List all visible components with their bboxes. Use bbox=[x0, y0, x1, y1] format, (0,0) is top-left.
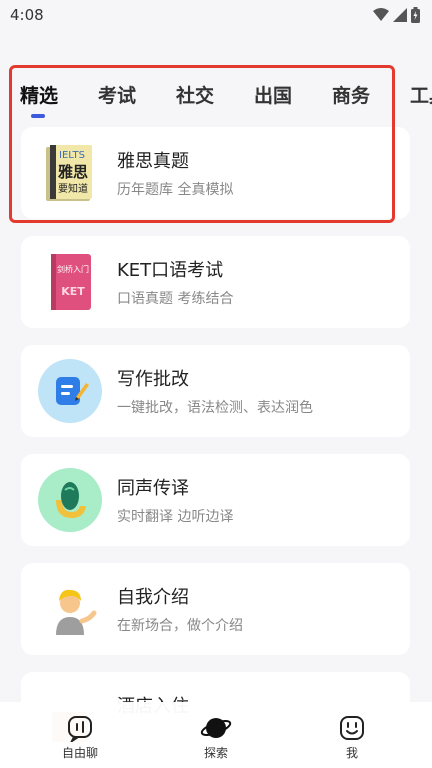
card-writing-correction[interactable]: 写作批改 一键批改，语法检测、表达润色 bbox=[21, 345, 410, 437]
card-subtitle: 历年题库 全真模拟 bbox=[117, 182, 234, 198]
category-tabs: 精选 考试 社交 出国 商务 工具 bbox=[0, 80, 432, 120]
nav-label: 自由聊 bbox=[61, 746, 98, 760]
status-time: 4:08 bbox=[10, 6, 44, 24]
card-title: 自我介绍 bbox=[117, 587, 189, 608]
ielts-cover-bottom: 要知道 bbox=[58, 182, 88, 195]
card-title: 同声传译 bbox=[117, 478, 189, 499]
card-self-introduction[interactable]: 自我介绍 在新场合，做个介绍 bbox=[21, 563, 410, 655]
card-subtitle: 实时翻译 边听边译 bbox=[117, 509, 234, 525]
battery-icon bbox=[411, 7, 420, 23]
person-presenting-icon bbox=[37, 576, 103, 642]
wifi-icon bbox=[373, 8, 389, 21]
signal-icon bbox=[393, 8, 407, 22]
planet-icon bbox=[200, 718, 232, 738]
card-subtitle: 口语真题 考练结合 bbox=[117, 291, 234, 307]
status-icons bbox=[373, 7, 420, 23]
nav-explore[interactable]: 探索 bbox=[176, 714, 256, 761]
card-subtitle: 一键批改，语法检测、表达润色 bbox=[117, 400, 313, 416]
card-ket[interactable]: 剑桥入门 KET KET口语考试 口语真题 考练结合 bbox=[21, 236, 410, 328]
tab-social[interactable]: 社交 bbox=[176, 80, 214, 120]
nav-label: 我 bbox=[345, 746, 358, 760]
card-subtitle: 在新场合，做个介绍 bbox=[117, 618, 243, 634]
tab-tools[interactable]: 工具 bbox=[410, 80, 432, 120]
active-tab-indicator bbox=[31, 114, 45, 118]
card-simultaneous-interpretation[interactable]: 同声传译 实时翻译 边听边译 bbox=[21, 454, 410, 546]
ielts-book-icon: IELTS 雅思 要知道 bbox=[37, 140, 103, 206]
card-title: 雅思真题 bbox=[117, 151, 189, 172]
tab-abroad[interactable]: 出国 bbox=[254, 80, 292, 120]
simultaneous-interpretation-icon bbox=[37, 467, 103, 533]
ket-cover-main: KET bbox=[61, 285, 85, 298]
card-title: KET口语考试 bbox=[117, 260, 224, 281]
nav-me[interactable]: 我 bbox=[312, 714, 392, 761]
nav-label: 探索 bbox=[203, 746, 228, 760]
card-title: 写作批改 bbox=[117, 369, 189, 390]
tab-exam[interactable]: 考试 bbox=[98, 80, 136, 120]
writing-correction-icon bbox=[37, 358, 103, 424]
ielts-cover-main: 雅思 bbox=[57, 163, 88, 181]
tab-business[interactable]: 商务 bbox=[332, 80, 370, 120]
ket-book-icon: 剑桥入门 KET bbox=[37, 249, 103, 315]
ielts-cover-top: IELTS bbox=[59, 150, 85, 161]
chat-bubble-icon bbox=[68, 716, 92, 742]
card-ielts[interactable]: IELTS 雅思 要知道 雅思真题 历年题库 全真模拟 bbox=[21, 127, 410, 219]
status-bar: 4:08 bbox=[0, 0, 432, 30]
nav-free-chat[interactable]: 自由聊 bbox=[40, 714, 120, 761]
ket-cover-top: 剑桥入门 bbox=[57, 264, 89, 274]
bottom-navigation: 自由聊 探索 我 bbox=[0, 702, 432, 768]
smiley-face-icon bbox=[340, 716, 364, 740]
